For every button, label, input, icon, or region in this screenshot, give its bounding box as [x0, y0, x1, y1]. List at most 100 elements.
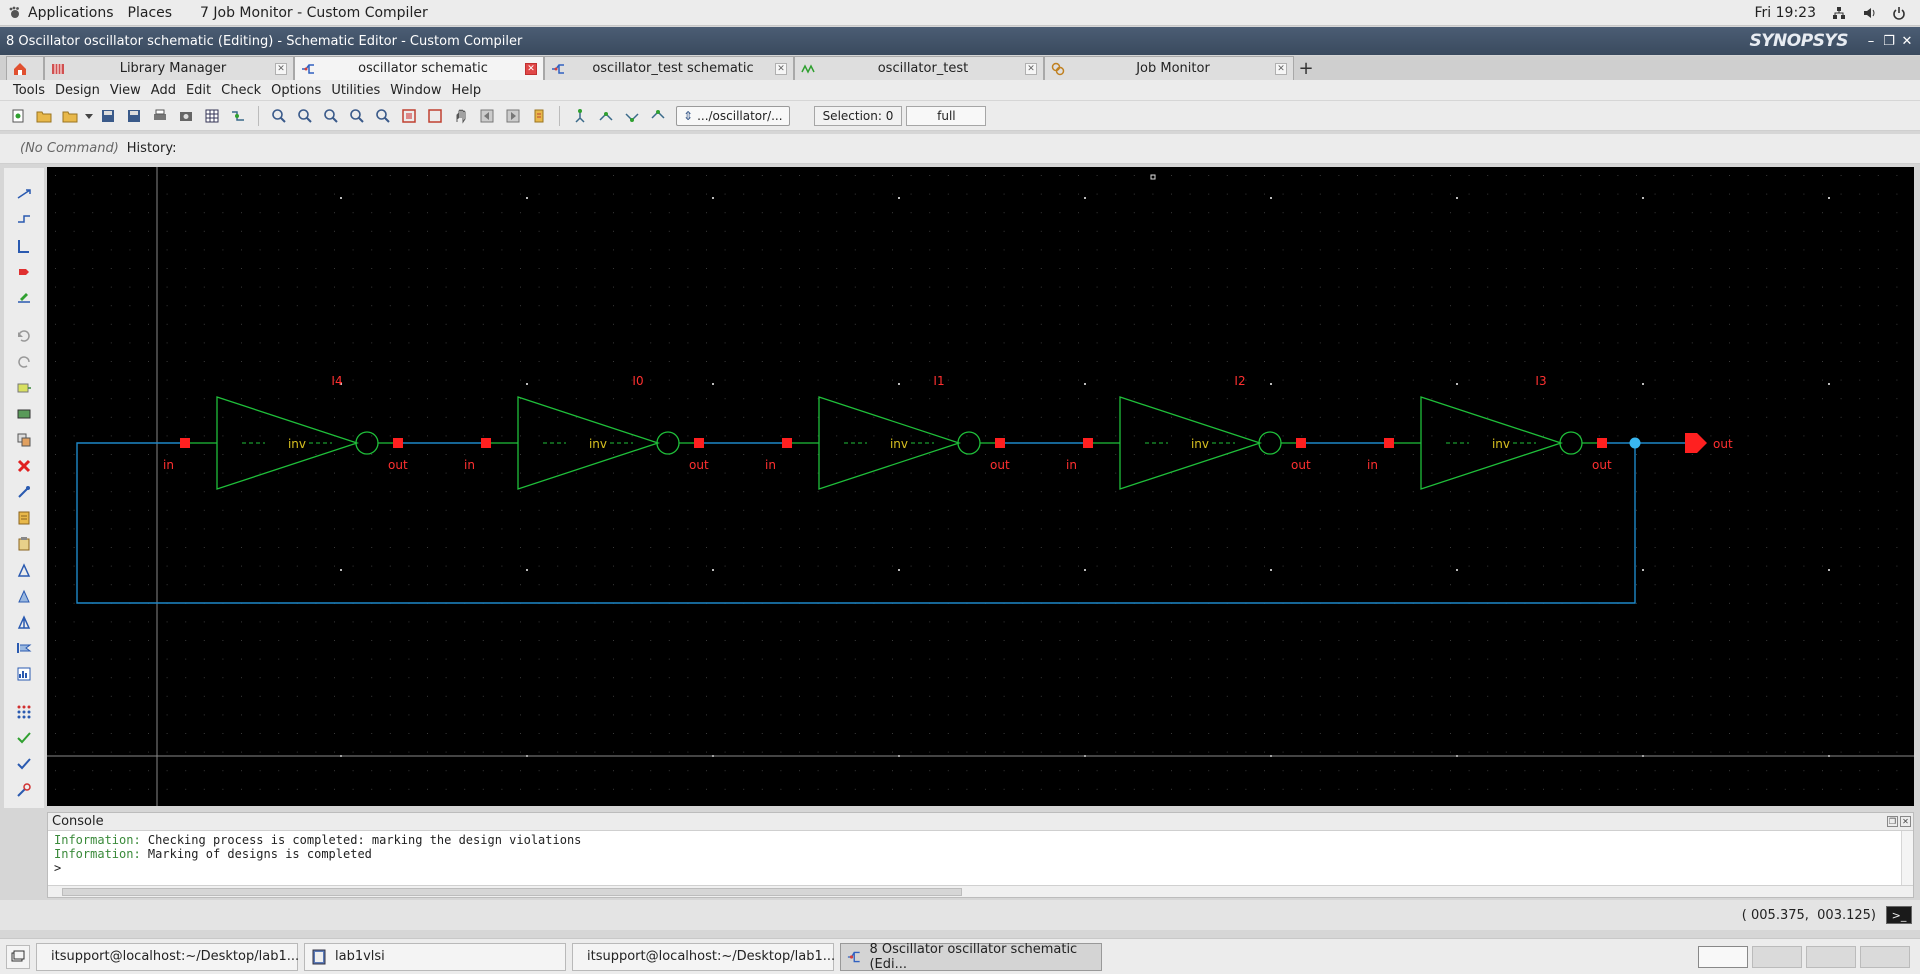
- align-icon[interactable]: [14, 638, 34, 658]
- terminal-icon[interactable]: >_: [1886, 906, 1912, 924]
- design-path-selector[interactable]: ⇕ .../oscillator/...: [676, 105, 790, 126]
- tab-oscillator-test-schematic[interactable]: oscillator_test schematic ✕: [544, 56, 794, 80]
- ascend-icon[interactable]: [620, 104, 644, 128]
- places-menu[interactable]: Places: [114, 5, 187, 21]
- scrollbar-thumb[interactable]: [62, 888, 962, 896]
- console-prompt[interactable]: >: [54, 861, 1907, 875]
- close-tab-icon[interactable]: ✕: [1275, 62, 1287, 75]
- workspace-2[interactable]: [1752, 945, 1802, 968]
- add-symbol-icon[interactable]: [14, 404, 34, 424]
- zoom-out-icon[interactable]: [293, 104, 317, 128]
- console-horizontal-scrollbar[interactable]: [48, 885, 1913, 897]
- selection-mode[interactable]: full: [906, 105, 987, 126]
- float-panel-icon[interactable]: ❐: [1887, 816, 1898, 827]
- tab-oscillator-test[interactable]: oscillator_test ✕: [794, 56, 1044, 80]
- new-design-icon[interactable]: [6, 104, 30, 128]
- chart-icon[interactable]: [14, 664, 34, 684]
- hierarchy-top-icon[interactable]: [646, 104, 670, 128]
- zoom-previous-icon[interactable]: [371, 104, 395, 128]
- bookmark-icon[interactable]: [527, 104, 551, 128]
- power-icon[interactable]: [1892, 6, 1906, 20]
- clock[interactable]: Fri 19:23: [1755, 5, 1816, 21]
- menu-utilities[interactable]: Utilities: [326, 83, 385, 98]
- menu-add[interactable]: Add: [146, 83, 181, 98]
- save-icon[interactable]: [96, 104, 120, 128]
- previous-view-icon[interactable]: [475, 104, 499, 128]
- fit-selection-icon[interactable]: [423, 104, 447, 128]
- add-wire-stub-icon[interactable]: [14, 210, 34, 230]
- delete-icon[interactable]: [14, 456, 34, 476]
- active-window-title[interactable]: 7 Job Monitor - Custom Compiler: [186, 5, 442, 21]
- workspace-1[interactable]: [1698, 945, 1748, 968]
- netlist-icon[interactable]: [226, 104, 250, 128]
- descend-icon[interactable]: [594, 104, 618, 128]
- open-recent-icon[interactable]: [58, 104, 82, 128]
- undo-icon[interactable]: [14, 326, 34, 346]
- menu-view[interactable]: View: [105, 83, 146, 98]
- flip-vertical-icon[interactable]: [14, 586, 34, 606]
- close-tab-icon[interactable]: ✕: [525, 62, 537, 75]
- close-panel-icon[interactable]: ✕: [1900, 816, 1911, 827]
- chevron-down-icon[interactable]: [84, 104, 94, 128]
- minimize-icon[interactable]: –: [1862, 34, 1880, 49]
- grid-dots-icon[interactable]: [14, 702, 34, 722]
- rotate-icon[interactable]: [14, 560, 34, 580]
- console-vertical-scrollbar[interactable]: [1901, 831, 1913, 887]
- copy-icon[interactable]: [14, 430, 34, 450]
- add-pin-icon[interactable]: [14, 262, 34, 282]
- menu-check[interactable]: Check: [216, 83, 266, 98]
- check-save-icon[interactable]: [14, 728, 34, 748]
- snapshot-icon[interactable]: [174, 104, 198, 128]
- menu-help[interactable]: Help: [447, 83, 487, 98]
- add-wire-icon[interactable]: [14, 184, 34, 204]
- redo-icon[interactable]: [14, 352, 34, 372]
- paste-icon[interactable]: [14, 534, 34, 554]
- properties-icon[interactable]: [14, 508, 34, 528]
- schematic-drawing[interactable]: inv I4 in out inv I0 in out inv I1 in out inv I2 in out…: [47, 167, 1914, 806]
- restore-icon[interactable]: ❐: [1880, 34, 1898, 49]
- history-label[interactable]: History:: [127, 141, 177, 156]
- close-tab-icon[interactable]: ✕: [775, 62, 787, 75]
- fit-all-icon[interactable]: [397, 104, 421, 128]
- close-tab-icon[interactable]: ✕: [275, 62, 287, 75]
- workspace-4[interactable]: [1860, 945, 1910, 968]
- zoom-area-icon[interactable]: [319, 104, 343, 128]
- menu-options[interactable]: Options: [266, 83, 326, 98]
- flip-horizontal-icon[interactable]: [14, 612, 34, 632]
- volume-icon[interactable]: [1862, 6, 1876, 20]
- home-tab[interactable]: [6, 56, 44, 80]
- stretch-icon[interactable]: [14, 482, 34, 502]
- zoom-selection-icon[interactable]: [345, 104, 369, 128]
- open-folder-icon[interactable]: [32, 104, 56, 128]
- taskbar-item-terminal-2[interactable]: itsupport@localhost:~/Desktop/lab1...: [572, 942, 835, 971]
- add-tab-button[interactable]: +: [1294, 56, 1318, 80]
- close-icon[interactable]: ✕: [1898, 34, 1916, 49]
- hierarchy-up-icon[interactable]: [568, 104, 592, 128]
- network-icon[interactable]: [1832, 6, 1846, 20]
- save-all-icon[interactable]: [122, 104, 146, 128]
- workspace-3[interactable]: [1806, 945, 1856, 968]
- next-view-icon[interactable]: [501, 104, 525, 128]
- taskbar-item-schematic[interactable]: 8 Oscillator oscillator schematic (Edi..…: [840, 942, 1102, 972]
- applications-menu[interactable]: Applications: [0, 5, 114, 21]
- check-icon[interactable]: [14, 754, 34, 774]
- tab-oscillator-schematic[interactable]: oscillator schematic ✕: [294, 56, 544, 80]
- console-output[interactable]: Information: Checking process is complet…: [48, 831, 1913, 885]
- menu-design[interactable]: Design: [50, 83, 105, 98]
- tab-library-manager[interactable]: Library Manager ✕: [44, 56, 294, 80]
- add-instance-icon[interactable]: [14, 378, 34, 398]
- zoom-in-icon[interactable]: [267, 104, 291, 128]
- table-icon[interactable]: [200, 104, 224, 128]
- taskbar-item-folder[interactable]: lab1vlsi: [304, 942, 566, 971]
- show-desktop-icon[interactable]: [6, 944, 30, 969]
- tab-job-monitor[interactable]: Job Monitor ✕: [1044, 56, 1294, 80]
- probe-icon[interactable]: [14, 780, 34, 800]
- taskbar-item-terminal-1[interactable]: itsupport@localhost:~/Desktop/lab1...: [36, 942, 299, 971]
- print-icon[interactable]: [148, 104, 172, 128]
- menu-edit[interactable]: Edit: [181, 83, 216, 98]
- schematic-canvas[interactable]: inv I4 in out inv I0 in out inv I1 in out inv I2 in out…: [47, 167, 1914, 806]
- menu-window[interactable]: Window: [385, 83, 446, 98]
- close-tab-icon[interactable]: ✕: [1025, 62, 1037, 75]
- add-wire-name-icon[interactable]: [14, 288, 34, 308]
- menu-tools[interactable]: Tools: [8, 83, 50, 98]
